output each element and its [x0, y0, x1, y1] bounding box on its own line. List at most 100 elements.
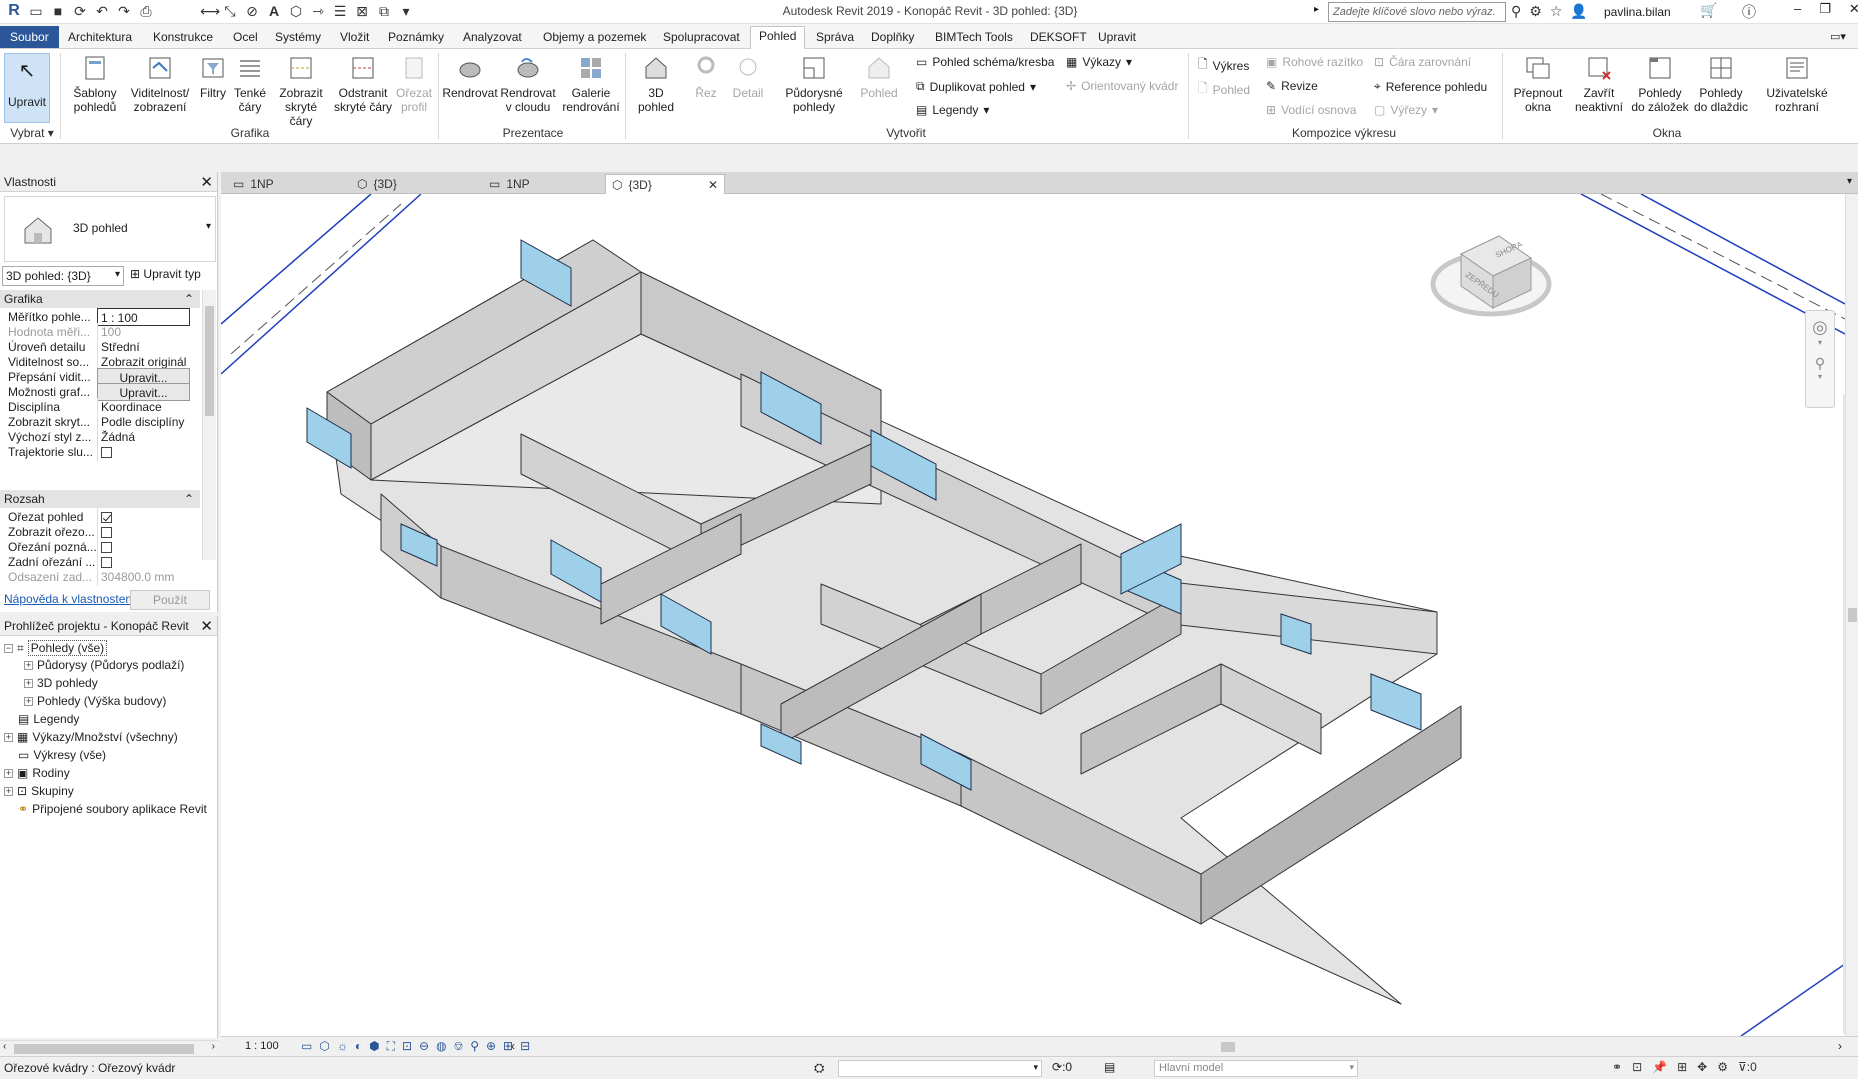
crop-region-icon[interactable]: ⊡	[402, 1039, 412, 1054]
measure-icon[interactable]: ⟷	[200, 3, 220, 19]
tree-floor-plans[interactable]: + Půdorysy (Půdorys podlaží)	[24, 658, 184, 672]
view-templates-button[interactable]: Šablony pohledů	[70, 53, 120, 114]
help-icon[interactable]: ⓘ	[1742, 2, 1756, 22]
doc-tab-1np-2[interactable]: ▭ 1NP	[483, 174, 536, 194]
search-input[interactable]: Zadejte klíčové slovo nebo výraz.	[1328, 2, 1506, 22]
view-scale[interactable]: 1 : 100	[245, 1040, 279, 1052]
filters-button[interactable]: Filtry	[196, 53, 230, 100]
show-hidden-lines-button[interactable]: Zobrazit skryté čáry	[274, 53, 328, 128]
thin-lines-button[interactable]: Tenké čáry	[230, 53, 270, 114]
user-name[interactable]: pavlina.bilan	[1604, 5, 1671, 19]
lock-view-icon[interactable]: ⊖	[419, 1039, 429, 1054]
property-checkbox[interactable]	[101, 527, 112, 539]
tab-pohled[interactable]: Pohled	[750, 26, 806, 49]
subscription-icon[interactable]: ⚙	[1529, 3, 1542, 20]
minimize-icon[interactable]: –	[1794, 1, 1801, 17]
canvas-hscrollbar-thumb[interactable]	[1221, 1042, 1235, 1052]
save-icon[interactable]: ■	[50, 3, 66, 19]
redo-icon[interactable]: ↷	[116, 3, 132, 19]
background-process-icon[interactable]: ⚙	[1717, 1060, 1728, 1074]
close-properties-icon[interactable]: ✕	[200, 173, 213, 191]
maximize-icon[interactable]: ❐	[1819, 1, 1831, 17]
tab-objemy[interactable]: Objemy a pozemek	[535, 28, 654, 49]
drafting-view-button[interactable]: ▭ Pohled schéma/kresba	[916, 55, 1054, 69]
canvas-vscrollbar[interactable]	[1845, 194, 1858, 1036]
tree-elevations[interactable]: + Pohledy (Výška budovy)	[24, 694, 166, 708]
tab-bimtech[interactable]: BIMTech Tools	[927, 28, 1021, 49]
tab-systemy[interactable]: Systémy	[267, 28, 329, 49]
temp-hide-icon[interactable]: ◍	[436, 1039, 446, 1054]
tree-legends[interactable]: ▤ Legendy	[18, 712, 79, 726]
select-by-face-icon[interactable]: ⊞	[1677, 1060, 1687, 1074]
property-checkbox[interactable]	[101, 512, 112, 524]
tabs-overflow-icon[interactable]: ▾	[1847, 176, 1852, 187]
select-underlay-icon[interactable]: ⊡	[1632, 1060, 1642, 1074]
worksets-icon[interactable]: ⛭	[814, 1060, 824, 1076]
schedules-button[interactable]: ▦ Výkazy ▾	[1066, 55, 1132, 69]
default-3d-icon[interactable]: ⬡	[288, 3, 304, 19]
apply-button[interactable]: Použít	[130, 590, 210, 610]
instance-selector[interactable]: 3D pohled: {3D} ▾	[2, 266, 124, 286]
tab-upravit[interactable]: Upravit	[1090, 28, 1144, 49]
dimension-icon[interactable]: ⤡	[222, 3, 238, 19]
type-selector[interactable]: 3D pohled ▾	[4, 196, 216, 262]
section-icon[interactable]: ⇾	[310, 3, 326, 19]
reveal-hidden-icon[interactable]: ⎊	[454, 1039, 464, 1054]
design-option-selector[interactable]: Hlavní model ▾	[1154, 1060, 1358, 1077]
render-dialog-icon[interactable]: ⬢	[369, 1039, 379, 1054]
tree-views-all[interactable]: − ⌗ Pohledy (vše)	[4, 640, 108, 656]
close-tab-icon[interactable]: ✕	[708, 178, 718, 192]
close-icon[interactable]: ✕	[1849, 1, 1858, 17]
close-inactive-button[interactable]: Zavřít neaktivní	[1570, 53, 1628, 114]
search-icon[interactable]: ⚲	[1511, 3, 1521, 20]
worksharing-icon[interactable]: ⚲	[470, 1039, 479, 1054]
tab-konstrukce[interactable]: Konstrukce	[145, 28, 221, 49]
visibility-graphics-button[interactable]: Viditelnost/ zobrazení	[126, 53, 194, 114]
browser-hscrollbar[interactable]: ‹ ›	[0, 1040, 218, 1056]
render-gallery-button[interactable]: Galerie rendrování	[562, 53, 620, 114]
visual-style-icon[interactable]: ⬡	[319, 1039, 329, 1054]
extent-row[interactable]: Odsazení zad... 304800.0 mm	[4, 568, 199, 586]
tree-links[interactable]: ⚭ Připojené soubory aplikace Revit	[18, 802, 207, 816]
tree-families[interactable]: + ▣ Rodiny	[4, 766, 70, 780]
property-row[interactable]: Trajektorie slu...	[4, 443, 199, 461]
crop-view-icon[interactable]: ⛶	[387, 1039, 395, 1054]
tile-views-button[interactable]: Pohledy do dlaždic	[1692, 53, 1750, 114]
search-expand-icon[interactable]: ▸	[1314, 4, 1319, 15]
favorites-icon[interactable]: ☆	[1550, 3, 1563, 20]
scroll-left-icon[interactable]: ‹	[511, 1039, 515, 1053]
sheet-button[interactable]: 🗋 Výkres	[1198, 55, 1249, 76]
tree-schedules[interactable]: + ▦ Výkazy/Množství (všechny)	[4, 730, 178, 744]
tab-soubor[interactable]: Soubor	[0, 26, 59, 48]
section-extents[interactable]: Rozsah ⌃	[0, 490, 200, 508]
undo-icon[interactable]: ↶	[94, 3, 110, 19]
drag-elements-icon[interactable]: ✥	[1697, 1060, 1707, 1074]
text-icon[interactable]: A	[266, 3, 282, 19]
render-cloud-button[interactable]: Rendrovat v cloudu	[500, 53, 556, 114]
steering-wheel-icon[interactable]: ◎	[1806, 317, 1834, 338]
revit-logo-icon[interactable]: R	[6, 3, 22, 19]
tree-3d-views[interactable]: +3D pohledy	[24, 676, 98, 690]
thin-lines-icon[interactable]: ☰	[332, 3, 348, 19]
doc-tab-1np[interactable]: ▭ 1NP	[227, 174, 280, 194]
editing-requests[interactable]: ⟳:0	[1052, 1060, 1072, 1074]
edit-type-button[interactable]: ⊞ Upravit typ	[130, 267, 201, 281]
filter-icon[interactable]: ⊽:0	[1738, 1060, 1757, 1074]
select-dropdown[interactable]: Vybrat ▾	[4, 126, 60, 140]
section-graphics[interactable]: Grafika ⌃	[0, 290, 200, 308]
tab-poznamky[interactable]: Poznámky	[380, 28, 452, 49]
cart-icon[interactable]: 🛒	[1700, 2, 1717, 19]
user-icon[interactable]: 👤	[1570, 3, 1587, 20]
tab-analyzovat[interactable]: Analyzovat	[455, 28, 530, 49]
print-icon[interactable]: ⎙	[138, 3, 154, 19]
revisions-button[interactable]: ✎ Revize	[1266, 79, 1318, 93]
sun-path-icon[interactable]: ☼	[337, 1039, 348, 1054]
doc-tab-3d[interactable]: ⬡ {3D}	[351, 174, 403, 194]
tab-sprava[interactable]: Správa	[808, 28, 862, 49]
close-hidden-icon[interactable]: ⊠	[354, 3, 370, 19]
doc-tab-3d-active[interactable]: ⬡ {3D} ✕	[605, 174, 725, 194]
render-button[interactable]: Rendrovat	[442, 53, 498, 100]
design-options-icon[interactable]: ▤	[1104, 1060, 1115, 1074]
close-browser-icon[interactable]: ✕	[200, 617, 213, 635]
detail-level-icon[interactable]: ▭	[301, 1039, 312, 1054]
